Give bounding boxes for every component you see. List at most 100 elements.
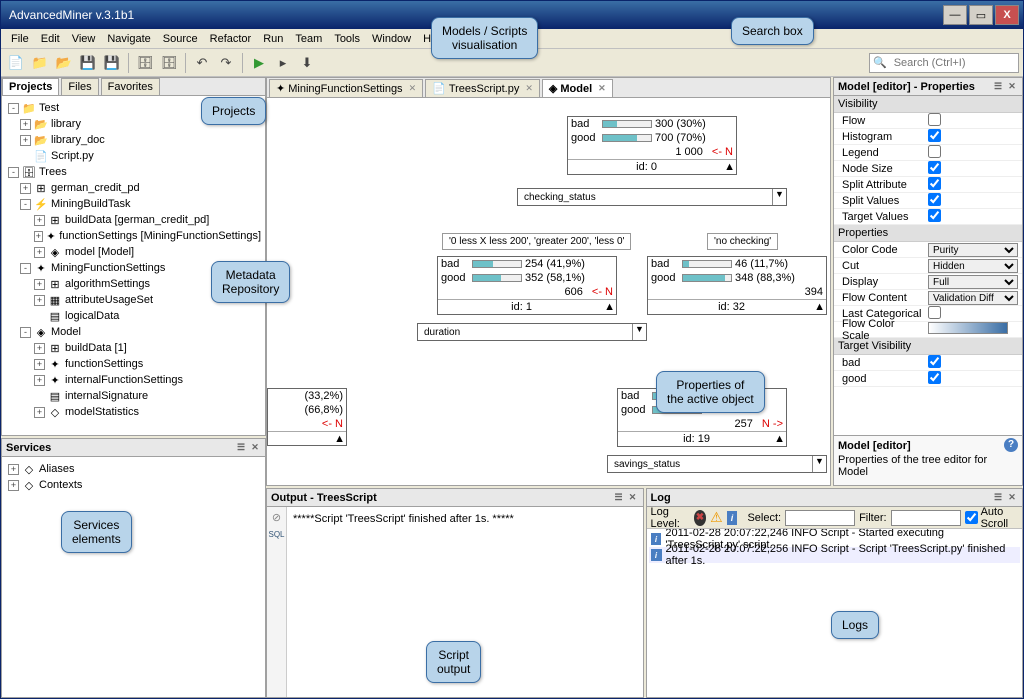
panel-menu-icon[interactable]: ☰ xyxy=(235,442,247,454)
tab-projects[interactable]: Projects xyxy=(2,78,59,95)
menu-file[interactable]: File xyxy=(5,33,35,45)
repo-trees[interactable]: -🗄Trees xyxy=(6,164,261,180)
tab-model[interactable]: ◈Model✕ xyxy=(542,79,613,97)
tab-files[interactable]: Files xyxy=(61,78,98,95)
prop-good-check[interactable] xyxy=(928,371,941,384)
help-icon[interactable]: ? xyxy=(1004,438,1018,452)
tree-toggle-icon[interactable]: + xyxy=(8,480,19,491)
item-model[interactable]: -◈Model xyxy=(6,324,261,340)
prop-display-select[interactable]: Full xyxy=(928,275,1018,289)
menu-run[interactable]: Run xyxy=(257,33,289,45)
prop-colorscale-swatch[interactable] xyxy=(928,322,1008,334)
menu-view[interactable]: View xyxy=(66,33,102,45)
item-function-settings[interactable]: +✦functionSettings xyxy=(6,356,261,372)
debug-button[interactable]: ▸ xyxy=(272,52,294,74)
prop-splitattr-check[interactable] xyxy=(928,177,941,190)
menu-tools[interactable]: Tools xyxy=(328,33,366,45)
item-funcsettings-mfs[interactable]: +✦functionSettings [MiningFunctionSettin… xyxy=(6,228,261,244)
maximize-button[interactable]: ▭ xyxy=(969,5,993,25)
save-all-button[interactable]: 💾 xyxy=(101,52,123,74)
split-attr-duration[interactable]: duration▼ xyxy=(417,323,647,341)
services-tree[interactable]: +◇Aliases+◇Contexts xyxy=(2,457,265,697)
tree-toggle-icon[interactable]: + xyxy=(34,295,45,306)
log-autoscroll[interactable]: Auto Scroll xyxy=(965,506,1018,530)
panel-menu-icon[interactable]: ☰ xyxy=(992,81,1004,93)
tree-toggle-icon[interactable]: - xyxy=(8,167,19,178)
prop-targetvals-check[interactable] xyxy=(928,209,941,222)
tree-toggle-icon[interactable]: + xyxy=(34,407,45,418)
dropdown-icon[interactable]: ▼ xyxy=(632,324,646,340)
panel-menu-icon[interactable]: ☰ xyxy=(992,492,1004,504)
item-logical-data[interactable]: ▤logicalData xyxy=(6,308,261,324)
tree-toggle-icon[interactable]: + xyxy=(20,135,31,146)
run-button[interactable]: ▶ xyxy=(248,52,270,74)
tree-toggle-icon[interactable]: - xyxy=(20,199,31,210)
menu-window[interactable]: Window xyxy=(366,33,417,45)
panel-menu-icon[interactable]: ☰ xyxy=(613,492,625,504)
log-filter-input[interactable] xyxy=(891,510,961,526)
properties-grid[interactable]: Visibility Flow Histogram Legend Node Si… xyxy=(834,96,1022,435)
tab-favorites[interactable]: Favorites xyxy=(101,78,160,95)
prop-flow-check[interactable] xyxy=(928,113,941,126)
tree-node-0[interactable]: bad300 (30%) good700 (70%) 1 000<- N id:… xyxy=(567,116,737,175)
item-builddata-1[interactable]: +⊞buildData [1] xyxy=(6,340,261,356)
log-level-error-icon[interactable]: ✖ xyxy=(694,510,706,526)
tree-toggle-icon[interactable]: + xyxy=(34,359,45,370)
log-select-input[interactable] xyxy=(785,510,855,526)
panel-close-icon[interactable]: ✕ xyxy=(627,492,639,504)
menu-navigate[interactable]: Navigate xyxy=(101,33,156,45)
prop-legend-check[interactable] xyxy=(928,145,941,158)
tree-toggle-icon[interactable]: + xyxy=(34,343,45,354)
file-script-py[interactable]: 📄Script.py xyxy=(6,148,261,164)
redo-button[interactable]: ↷ xyxy=(215,52,237,74)
tree-toggle-icon[interactable]: + xyxy=(34,215,45,226)
prop-lastcat-check[interactable] xyxy=(928,306,941,319)
prop-flowcontent-select[interactable]: Validation Diff xyxy=(928,291,1018,305)
item-builddata-gc[interactable]: +⊞buildData [german_credit_pd] xyxy=(6,212,261,228)
new-file-button[interactable]: 📄 xyxy=(5,52,27,74)
item-model-model[interactable]: +◈model [Model] xyxy=(6,244,261,260)
prop-splitvals-check[interactable] xyxy=(928,193,941,206)
tree-toggle-icon[interactable]: + xyxy=(34,247,45,258)
prop-histogram-check[interactable] xyxy=(928,129,941,142)
item-internal-func-settings[interactable]: +✦internalFunctionSettings xyxy=(6,372,261,388)
model-canvas[interactable]: bad300 (30%) good700 (70%) 1 000<- N id:… xyxy=(267,98,830,485)
panel-close-icon[interactable]: ✕ xyxy=(249,442,261,454)
tree-node-partial-left[interactable]: (33,2%) (66,8%) <- N ▲ xyxy=(267,388,347,446)
tree-node-32[interactable]: bad46 (11,7%) good348 (88,3%) 394 id: 32… xyxy=(647,256,827,315)
stop-button[interactable]: ⬇ xyxy=(296,52,318,74)
panel-close-icon[interactable]: ✕ xyxy=(1006,492,1018,504)
undo-button[interactable]: ↶ xyxy=(191,52,213,74)
tab-close-icon[interactable]: ✕ xyxy=(598,83,606,94)
item-model-statistics[interactable]: +◇modelStatistics xyxy=(6,404,261,420)
log-level-info-icon[interactable]: i xyxy=(727,511,738,525)
tree-toggle-icon[interactable]: + xyxy=(8,464,19,475)
database-group-button[interactable]: 🗄 xyxy=(158,52,180,74)
tree-toggle-icon[interactable]: + xyxy=(34,279,45,290)
item-mining-build-task[interactable]: -⚡MiningBuildTask xyxy=(6,196,261,212)
split-attr-root[interactable]: checking_status▼ xyxy=(517,188,787,206)
log-level-warn-icon[interactable]: ⚠ xyxy=(710,509,723,526)
tree-toggle-icon[interactable]: + xyxy=(20,119,31,130)
item-german-credit[interactable]: +⊞german_credit_pd xyxy=(6,180,261,196)
tree-toggle-icon[interactable]: - xyxy=(20,263,31,274)
services-contexts[interactable]: +◇Contexts xyxy=(6,477,261,493)
tab-trees-script[interactable]: 📄TreesScript.py✕ xyxy=(425,79,540,97)
open-button[interactable]: 📂 xyxy=(53,52,75,74)
prop-cut-select[interactable]: Hidden xyxy=(928,259,1018,273)
dropdown-icon[interactable]: ▼ xyxy=(772,189,786,205)
output-stop-icon[interactable]: ⊘ xyxy=(272,511,281,524)
menu-team[interactable]: Team xyxy=(289,33,328,45)
menu-source[interactable]: Source xyxy=(157,33,204,45)
tree-toggle-icon[interactable]: - xyxy=(20,327,31,338)
tab-close-icon[interactable]: ✕ xyxy=(409,83,417,94)
output-sql-icon[interactable]: SQL xyxy=(268,530,284,539)
prop-nodesize-check[interactable] xyxy=(928,161,941,174)
tree-toggle-icon[interactable]: + xyxy=(34,375,45,386)
minimize-button[interactable]: — xyxy=(943,5,967,25)
tree-toggle-icon[interactable]: + xyxy=(34,231,43,242)
dropdown-icon[interactable]: ▼ xyxy=(812,456,826,472)
menu-refactor[interactable]: Refactor xyxy=(204,33,258,45)
log-row[interactable]: i2011-02-28 20:07:22,256 INFO Script - S… xyxy=(649,547,1021,563)
split-attr-savings[interactable]: savings_status▼ xyxy=(607,455,827,473)
